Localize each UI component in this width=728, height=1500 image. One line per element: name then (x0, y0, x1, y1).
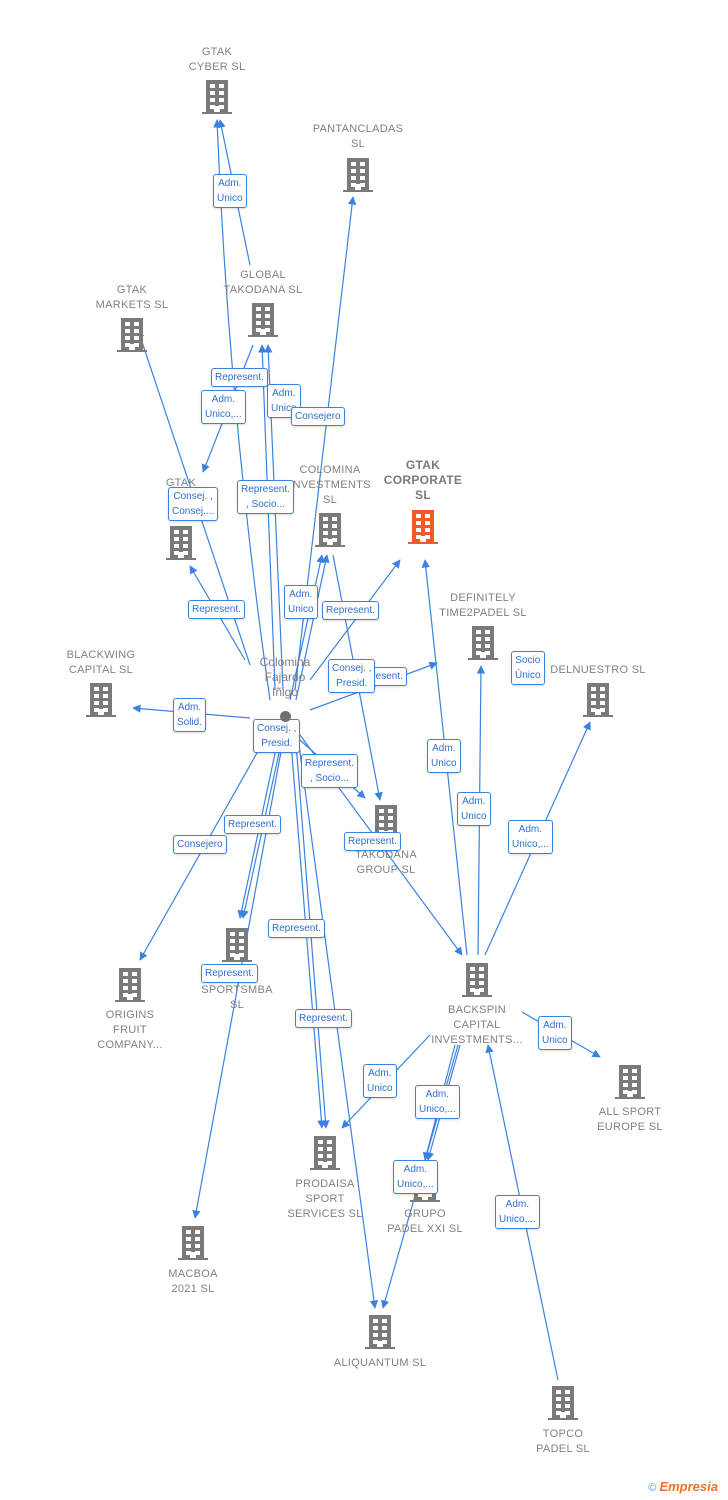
company-label[interactable]: GRUPO PADEL XXI SL (360, 1207, 490, 1237)
relation-label[interactable]: Socio Único (511, 651, 545, 685)
building-icon[interactable] (166, 526, 196, 560)
building-icon[interactable] (178, 1226, 208, 1260)
company-label[interactable]: BLACKWING CAPITAL SL (36, 648, 166, 678)
relation-label[interactable]: Represent. (211, 368, 268, 387)
relation-label[interactable]: Adm. Unico (213, 174, 247, 208)
building-icon[interactable] (310, 1136, 340, 1170)
relation-label[interactable]: Adm. Solid. (173, 698, 207, 732)
company-label[interactable]: TOPCO PADEL SL (498, 1427, 628, 1457)
person-node[interactable]: Colomina Fajardo Iñigo (225, 655, 345, 700)
building-icon[interactable] (548, 1386, 578, 1420)
relation-label[interactable]: Consejero (291, 407, 345, 426)
company-label[interactable]: ORIGINS FRUIT COMPANY... (65, 1008, 195, 1053)
edges-layer (132, 119, 601, 1381)
building-icon[interactable] (248, 303, 278, 337)
relation-label[interactable]: Represent. (322, 601, 379, 620)
company-label[interactable]: GTAK MARKETS SL (67, 283, 197, 313)
company-label[interactable]: DEFINITELY TIME2PADEL SL (418, 591, 548, 621)
relation-label[interactable]: Adm. Unico,... (201, 390, 246, 424)
relation-label[interactable]: Represent. (224, 815, 281, 834)
building-icon[interactable] (343, 158, 373, 192)
building-icon[interactable] (86, 683, 116, 717)
building-icon[interactable] (408, 510, 438, 544)
relation-label[interactable]: Represent. (295, 1009, 352, 1028)
relation-label[interactable]: Consej. , Presid. (253, 719, 301, 753)
relation-label[interactable]: Represent. (268, 919, 325, 938)
relation-label[interactable]: Adm. Unico (284, 585, 318, 619)
relation-label[interactable]: Consej. , Consej.... (168, 487, 219, 521)
relation-label[interactable]: Adm. Unico,... (415, 1085, 460, 1119)
relation-label[interactable]: Adm. Unico (457, 792, 491, 826)
company-label[interactable]: DELNUESTRO SL (533, 663, 663, 678)
company-label[interactable]: TAKODANA GROUP SL (321, 848, 451, 878)
building-icon[interactable] (115, 968, 145, 1002)
relation-label[interactable]: Adm. Unico,... (495, 1195, 540, 1229)
relation-label[interactable]: Represent. , Socio... (237, 480, 294, 514)
company-label[interactable]: GLOBAL TAKODANA SL (198, 268, 328, 298)
company-label[interactable]: GTAK CORPORATE SL (358, 458, 488, 503)
relation-label[interactable]: Adm. Unico (363, 1064, 397, 1098)
building-icon[interactable] (222, 928, 252, 962)
relation-label[interactable]: Adm. Unico,... (508, 820, 553, 854)
building-icon[interactable] (315, 513, 345, 547)
company-label[interactable]: PANTANCLADAS SL (293, 122, 423, 152)
company-label[interactable]: MACBOA 2021 SL (128, 1267, 258, 1297)
relation-label[interactable]: Adm. Unico (427, 739, 461, 773)
company-label[interactable]: BACKSPIN CAPITAL INVESTMENTS... (412, 1003, 542, 1048)
network-diagram: GTAK CYBER SL PANTANCLADAS SL GLOBAL TAKOD… (0, 0, 728, 1500)
building-icon[interactable] (615, 1065, 645, 1099)
relation-label[interactable]: Represent. (201, 964, 258, 983)
person-dot[interactable] (280, 711, 291, 722)
company-label[interactable]: ALL SPORT EUROPE SL (565, 1105, 695, 1135)
company-label[interactable]: GTAK CYBER SL (152, 45, 282, 75)
relation-label[interactable]: Adm. Unico (538, 1016, 572, 1050)
company-label[interactable]: ALIQUANTUM SL (315, 1356, 445, 1371)
building-icon[interactable] (202, 80, 232, 114)
brand-name: Empresia (659, 1479, 718, 1494)
copyright-symbol: © (648, 1482, 657, 1494)
building-icon[interactable] (583, 683, 613, 717)
building-icon[interactable] (117, 318, 147, 352)
relation-label[interactable]: Adm. Unico,... (393, 1160, 438, 1194)
relation-label[interactable]: Represent. (344, 832, 401, 851)
building-icon[interactable] (365, 1315, 395, 1349)
relation-label[interactable]: Represent. (188, 600, 245, 619)
relation-label[interactable]: Represent. , Socio... (301, 754, 358, 788)
brand-logo: © Empresia (648, 1479, 718, 1494)
building-icon[interactable] (462, 963, 492, 997)
relation-label[interactable]: Consejero (173, 835, 227, 854)
building-icon[interactable] (468, 626, 498, 660)
